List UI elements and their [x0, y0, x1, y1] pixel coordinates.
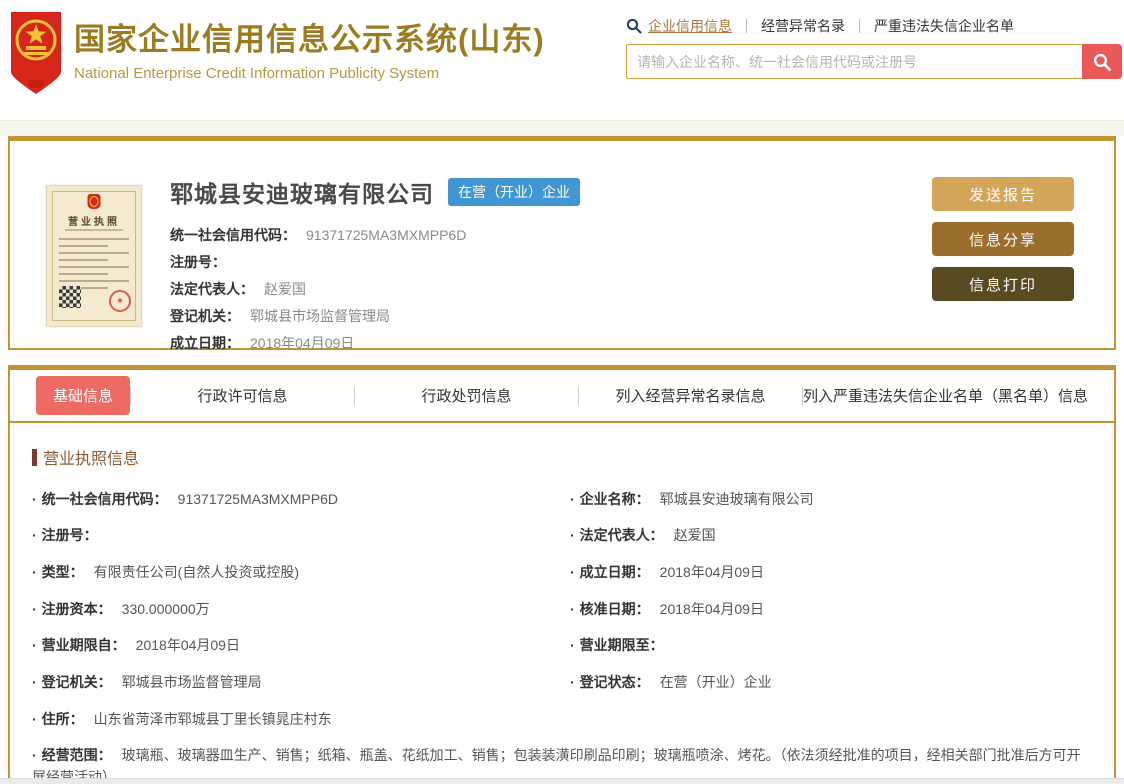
company-summary-card: 营业执照 郓城县安迪玻璃有限公司 在营（开业）企业 统一社会信用代码： 9137…: [8, 136, 1116, 350]
detail-card: 基础信息 行政许可信息 行政处罚信息 列入经营异常名录信息 列入严重违法失信企业…: [8, 365, 1116, 780]
field-registration-authority: 登记机关： 郓城县市场监督管理局: [170, 302, 932, 329]
nav-tab-abnormal-operations-list[interactable]: 经营异常名录: [761, 16, 845, 36]
share-info-button[interactable]: 信息分享: [932, 222, 1074, 256]
print-info-button[interactable]: 信息打印: [932, 267, 1074, 301]
detail-tabs: 基础信息 行政许可信息 行政处罚信息 列入经营异常名录信息 列入严重违法失信企业…: [10, 370, 1114, 423]
tab-serious-violation-blacklist[interactable]: 列入严重违法失信企业名单（黑名单）信息: [803, 385, 1088, 406]
license-title: 营业执照: [47, 213, 141, 228]
row-company-type: ·类型：有限责任公司(自然人投资或控股): [32, 554, 556, 591]
site-header: 国家企业信用信息公示系统(山东) National Enterprise Cre…: [0, 0, 1124, 118]
tab-administrative-penalty[interactable]: 行政处罚信息: [355, 385, 578, 406]
send-report-button[interactable]: 发送报告: [932, 177, 1074, 211]
license-info-section: 营业执照信息 ·统一社会信用代码：91371725MA3MXMPP6D ·企业名…: [10, 423, 1114, 784]
company-status-badge: 在营（开业）企业: [448, 178, 580, 206]
nav-divider: [859, 19, 860, 33]
tab-administrative-licensing[interactable]: 行政许可信息: [131, 385, 354, 406]
search-icon: [626, 18, 642, 34]
row-address: ·住所：山东省菏泽市郓城县丁里长镇晁庄村东: [32, 701, 1094, 738]
business-license-thumbnail[interactable]: 营业执照: [46, 185, 142, 327]
row-registration-authority: ·登记机关：郓城县市场监督管理局: [32, 664, 556, 701]
row-registered-capital: ·注册资本：330.000000万: [32, 591, 556, 628]
company-info: 郓城县安迪玻璃有限公司 在营（开业）企业 统一社会信用代码： 91371725M…: [170, 173, 932, 328]
license-emblem-icon: [88, 194, 101, 209]
row-term-end: ·营业期限至：: [570, 628, 1094, 665]
row-registration-status: ·登记状态：在营（开业）企业: [570, 664, 1094, 701]
row-term-start: ·营业期限自：2018年04月09日: [32, 628, 556, 665]
page-bottom-strip: [0, 778, 1124, 784]
tab-abnormal-operations[interactable]: 列入经营异常名录信息: [579, 385, 802, 406]
search-box: [626, 44, 1122, 79]
search-button[interactable]: [1082, 44, 1122, 79]
nav-divider: [746, 19, 747, 33]
row-approval-date: ·核准日期：2018年04月09日: [570, 591, 1094, 628]
action-buttons: 发送报告 信息分享 信息打印: [932, 173, 1074, 328]
license-info-grid: ·统一社会信用代码：91371725MA3MXMPP6D ·企业名称：郓城县安迪…: [32, 481, 1094, 784]
field-credit-code: 统一社会信用代码： 91371725MA3MXMPP6D: [170, 221, 932, 248]
site-subtitle: National Enterprise Credit Information P…: [74, 65, 545, 82]
license-subline: [65, 229, 123, 231]
row-credit-code: ·统一社会信用代码：91371725MA3MXMPP6D: [32, 481, 556, 518]
nav-tab-enterprise-credit-info[interactable]: 企业信用信息: [648, 16, 732, 36]
header-divider-band: [0, 120, 1124, 136]
row-legal-representative: ·法定代表人：赵爱国: [570, 518, 1094, 555]
row-company-name: ·企业名称：郓城县安迪玻璃有限公司: [570, 481, 1094, 518]
site-title-block: 国家企业信用信息公示系统(山东) National Enterprise Cre…: [74, 10, 545, 82]
section-title-bar-icon: [32, 449, 37, 466]
nav-tab-serious-violation-list[interactable]: 严重违法失信企业名单: [874, 16, 1014, 36]
national-emblem-logo: [8, 10, 64, 102]
row-registration-number: ·注册号：: [32, 518, 556, 555]
license-qr-code: [59, 286, 81, 308]
search-button-icon: [1092, 52, 1112, 72]
section-title: 营业执照信息: [43, 445, 139, 469]
row-establishment-date: ·成立日期：2018年04月09日: [570, 554, 1094, 591]
field-establishment-date: 成立日期： 2018年04月09日: [170, 329, 932, 356]
search-input[interactable]: [626, 44, 1082, 79]
search-category-nav: 企业信用信息 经营异常名录 严重违法失信企业名单: [626, 16, 1122, 36]
tab-basic-info[interactable]: 基础信息: [36, 376, 130, 415]
site-title: 国家企业信用信息公示系统(山东): [74, 14, 545, 59]
field-legal-representative: 法定代表人： 赵爱国: [170, 275, 932, 302]
field-registration-number: 注册号：: [170, 248, 932, 275]
license-red-seal-icon: [109, 290, 131, 312]
company-name: 郓城县安迪玻璃有限公司: [170, 175, 434, 209]
search-area: 企业信用信息 经营异常名录 严重违法失信企业名单: [626, 10, 1122, 79]
